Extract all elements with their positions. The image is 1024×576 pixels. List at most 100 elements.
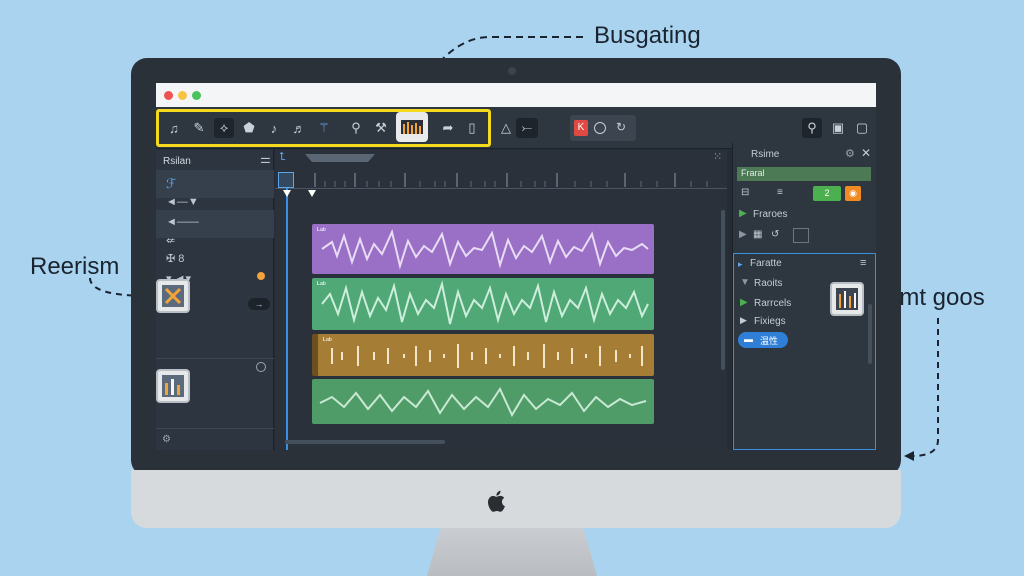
- play-icon: ▶: [740, 297, 748, 308]
- window-layout-icon[interactable]: ▣: [828, 118, 848, 138]
- playhead-line[interactable]: [286, 188, 288, 450]
- collapse-arrow-icon[interactable]: ▸: [738, 259, 743, 270]
- wrench-icon[interactable]: ⚒: [371, 118, 391, 138]
- equalizer-icon: [401, 120, 423, 134]
- monitor-chin: [131, 470, 901, 528]
- chevron-right-icon: ▶: [740, 315, 747, 325]
- note2-tool-icon[interactable]: ♬: [289, 118, 309, 138]
- inspector-close-icon[interactable]: ✕: [861, 146, 871, 160]
- list-icon[interactable]: ≡: [777, 187, 783, 198]
- note-tool-icon[interactable]: ♪: [264, 118, 284, 138]
- section-item-label: Rarrcels: [754, 298, 792, 309]
- inspector-options-icon[interactable]: ⚙: [845, 147, 855, 160]
- equalizer-float-icon[interactable]: [830, 282, 864, 316]
- close-window-button[interactable]: [164, 91, 173, 100]
- inspector-controls-row: ⊟ ≡ 2 ◉: [737, 185, 871, 203]
- section-menu-icon[interactable]: ≡: [860, 257, 866, 269]
- zoom-window-button[interactable]: [192, 91, 201, 100]
- zoom-icon[interactable]: ⚲: [802, 118, 822, 138]
- magic-tool-icon[interactable]: ⚚: [314, 118, 334, 138]
- equalizer-bars-icon: [836, 288, 858, 310]
- settings-icon[interactable]: ⚙: [162, 434, 171, 445]
- play-icon[interactable]: ▶: [739, 229, 747, 240]
- equalizer-tool-button[interactable]: [396, 112, 428, 142]
- orange-toggle-button[interactable]: ◉: [845, 186, 861, 201]
- brush-tool-icon[interactable]: ✎: [189, 118, 209, 138]
- green-toggle-button[interactable]: 2: [813, 186, 841, 201]
- playhead-tool-icon[interactable]: ⮤: [279, 151, 295, 165]
- section-item-label: Fixiegs: [754, 316, 786, 327]
- orange-status-dot: [257, 272, 265, 280]
- cycle-icon[interactable]: ↺: [771, 229, 779, 240]
- folder-tag-label: 温性: [760, 336, 779, 346]
- clock-icon[interactable]: [256, 362, 266, 372]
- minimize-window-button[interactable]: [178, 91, 187, 100]
- left-panel-menu-icon[interactable]: ⚌: [260, 152, 271, 166]
- monitor-stand: [427, 528, 597, 576]
- waveform: [321, 228, 649, 270]
- region-label: ᴸᵃᵇ: [323, 336, 332, 345]
- waveform: [321, 280, 649, 325]
- instrument-icon[interactable]: [156, 279, 190, 313]
- grid-icon[interactable]: ⊟: [741, 187, 749, 198]
- loop-marker-icon[interactable]: [308, 190, 316, 197]
- split-icon[interactable]: ⤚: [516, 118, 538, 138]
- shape-tool-icon[interactable]: ⬟: [239, 118, 259, 138]
- loop-icon[interactable]: ↻: [616, 120, 630, 134]
- forward-arrow-icon[interactable]: ➦: [438, 118, 458, 138]
- region-label: ᴸᵃᵇ: [317, 280, 326, 289]
- search-icon[interactable]: ⚲: [346, 118, 366, 138]
- track-row-label: ✠ 8: [166, 253, 185, 265]
- music-note-tool-icon[interactable]: ♫: [164, 118, 184, 138]
- section-scrollbar[interactable]: [868, 304, 872, 364]
- panel-toggle-icon[interactable]: ▢: [852, 118, 872, 138]
- timeline-scroll-indicator[interactable]: [305, 154, 375, 162]
- folder-icon: ▬: [744, 334, 753, 344]
- crossed-tools-icon: [162, 285, 184, 307]
- node-tool-icon[interactable]: ⟡: [214, 118, 234, 138]
- audio-track-region[interactable]: [312, 379, 654, 424]
- folder-tag-button[interactable]: ▬ 温性: [738, 332, 788, 348]
- track-row-label: ◄—▼: [166, 196, 199, 208]
- vertical-scrollbar[interactable]: [721, 210, 725, 370]
- chevron-down-icon: ▼: [740, 277, 750, 288]
- timeline-close-icon[interactable]: ⁙: [713, 150, 722, 163]
- record-button[interactable]: K: [574, 120, 588, 136]
- audio-track-region[interactable]: ᴸᵃᵇ: [312, 334, 654, 376]
- warning-icon[interactable]: △: [496, 118, 516, 138]
- window-titlebar: [156, 83, 876, 107]
- inspector-field[interactable]: Fraral: [737, 167, 871, 181]
- section-item-label: Raoits: [754, 278, 783, 289]
- apple-logo-icon: [487, 490, 505, 512]
- waveform: [319, 386, 647, 418]
- callout-top-label: Busgating: [594, 22, 701, 49]
- document-icon[interactable]: ▯: [462, 118, 482, 138]
- inspector-transport-row: ▶ ▦ ↺: [737, 227, 871, 245]
- time-ruler-ticks: [314, 173, 708, 187]
- divider: [156, 428, 274, 429]
- horizontal-scrollbar[interactable]: [285, 440, 445, 444]
- audio-track-region[interactable]: ᴸᵃᵇ: [312, 278, 654, 330]
- time-ruler: [275, 171, 727, 189]
- timeline-area: ⮤ ⁙ ᴸᵃᵇ ᴸᵃᵇ ᴸᵃᵇ: [275, 150, 727, 450]
- app-window: ♫ ✎ ⟡ ⬟ ♪ ♬ ⚚ ⚲ ⚒ ➦ ▯ △ ⤚ K ↻ ⚲ ▣ ▢ Rsil…: [156, 83, 876, 450]
- monitor-camera: [508, 67, 516, 75]
- track-options-button[interactable]: →: [248, 298, 270, 310]
- inspector-item-frames[interactable]: ▶ Fraroes: [737, 207, 871, 223]
- section-list-item[interactable]: ▶ Fixiegs: [738, 314, 872, 330]
- mixer-bars-icon: [162, 375, 184, 397]
- inspector-field-value: Fraral: [741, 168, 765, 178]
- playhead-marker-icon[interactable]: [283, 190, 291, 197]
- section-title: Faratte: [750, 258, 782, 269]
- inspector-item-label: Fraroes: [753, 209, 788, 220]
- audio-track-region[interactable]: ᴸᵃᵇ: [312, 224, 654, 274]
- waveform: [331, 344, 643, 368]
- display-box: [793, 228, 809, 243]
- inspector-header: Rsime: [751, 149, 780, 160]
- stop-circle-icon[interactable]: [594, 122, 606, 134]
- record-control-group: K ↻: [570, 115, 636, 141]
- mixer-icon[interactable]: [156, 369, 190, 403]
- track-row-label: ◄——: [166, 216, 199, 228]
- piano-icon[interactable]: ▦: [753, 229, 762, 240]
- left-panel-title: Rsilan: [163, 156, 191, 167]
